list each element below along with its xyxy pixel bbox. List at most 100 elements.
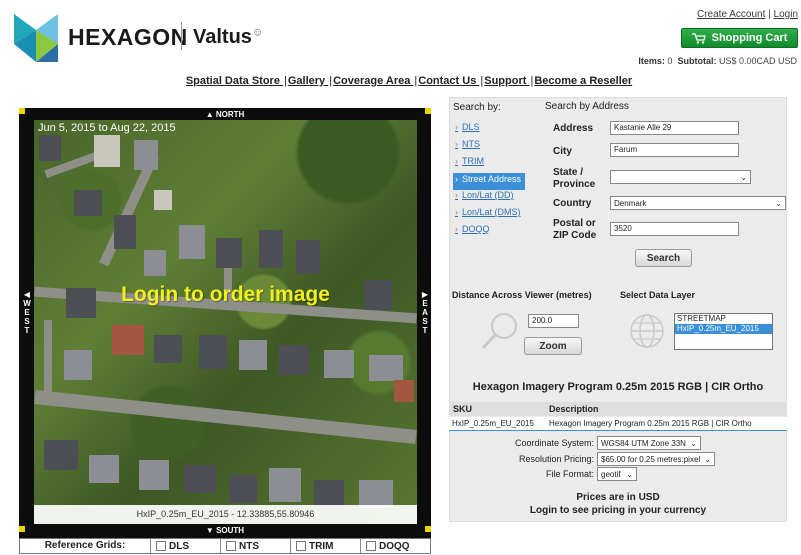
pan-east-button[interactable]: ▶ E A S T (420, 290, 430, 335)
checkbox-icon[interactable] (226, 541, 236, 551)
account-links: Create Account | Login (697, 9, 798, 20)
search-method-label: TRIM (462, 156, 484, 166)
postal-label-line1: Postal or (553, 218, 596, 229)
search-method-doqq[interactable]: › DOQQ (453, 224, 533, 241)
chevron-down-icon: ⌄ (626, 469, 633, 479)
arrow-right-icon: › (455, 156, 458, 166)
grid-option-label: DOQQ (379, 540, 410, 552)
table-row[interactable]: HxIP_0.25m_EU_2015 Hexagon Imagery Progr… (449, 417, 787, 431)
nav-spatial-data-store[interactable]: Spatial Data Store (186, 75, 283, 87)
items-label: Items: (638, 56, 665, 66)
search-method-label: Lon/Lat (DMS) (462, 207, 521, 217)
postal-label: Postal or ZIP Code (553, 218, 596, 242)
pan-north-button[interactable]: ▲ NORTH (19, 110, 431, 119)
grid-option-dls[interactable]: DLS (150, 539, 220, 553)
resolution-pricing-select[interactable]: $65.00 for 0.25 metres:pixel ⌄ (597, 452, 715, 466)
chevron-down-icon: ⌄ (704, 454, 711, 464)
search-method-label: DLS (462, 122, 480, 132)
pan-south-button[interactable]: ▼ SOUTH (19, 526, 431, 535)
login-to-order-overlay[interactable]: Login to order image (34, 283, 417, 307)
arrow-right-icon: › (455, 207, 458, 217)
login-link[interactable]: Login (774, 9, 798, 20)
brand-valtus[interactable]: Valtus☺ (193, 26, 263, 49)
coordinate-system-value: WGS84 UTM Zone 33N (601, 438, 686, 448)
arrow-right-icon: › (455, 174, 458, 184)
nav-support[interactable]: Support (484, 75, 529, 87)
search-method-label: NTS (462, 139, 480, 149)
shopping-cart-label: Shopping Cart (711, 32, 788, 44)
search-method-lonlat-dms[interactable]: › Lon/Lat (DMS) (453, 207, 533, 224)
hexagon-logo-icon[interactable] (14, 14, 58, 62)
product-title: Hexagon Imagery Program 0.25m 2015 RGB |… (472, 381, 764, 393)
address-input[interactable]: Kastanie Alle 29 (610, 121, 739, 135)
brand-divider (181, 22, 182, 50)
search-method-list: › DLS › NTS › TRIM › Street Address › Lon/Lat… (453, 122, 533, 241)
search-method-lonlat-dd[interactable]: › Lon/Lat (DD) (453, 190, 533, 207)
resolution-pricing-value: $65.00 for 0.25 metres:pixel (601, 454, 701, 464)
search-method-trim[interactable]: › TRIM (453, 156, 533, 173)
viewer-caption: HxIP_0.25m_EU_2015 - 12.33885,55.80946 (34, 505, 417, 524)
file-format-label: File Format: (545, 469, 594, 479)
cart-summary: Items: 0 Subtotal: US$ 0.00CAD USD (638, 56, 797, 66)
address-label: Address (553, 123, 594, 134)
checkbox-icon[interactable] (296, 541, 306, 551)
state-select[interactable]: ⌄ (610, 170, 751, 184)
description-cell: Hexagon Imagery Program 0.25m 2015 RGB |… (549, 419, 752, 428)
search-method-label: Lon/Lat (DD) (462, 190, 514, 200)
country-label: Country (553, 198, 592, 209)
description-header: Description (549, 404, 599, 414)
search-button[interactable]: Search (635, 249, 692, 267)
pan-west-button[interactable]: ◀ W E S T (22, 290, 32, 335)
zoom-button[interactable]: Zoom (524, 337, 582, 355)
nav-coverage-area[interactable]: Coverage Area (333, 75, 413, 87)
subtotal-label: Subtotal: (677, 56, 717, 66)
arrow-right-icon: › (455, 122, 458, 132)
nav-become-reseller[interactable]: Become a Reseller (534, 75, 632, 87)
grid-option-trim[interactable]: TRIM (290, 539, 360, 553)
nav-gallery[interactable]: Gallery (288, 75, 328, 87)
country-select[interactable]: Denmark ⌄ (610, 196, 786, 210)
shopping-cart-icon (691, 32, 706, 44)
search-method-nts[interactable]: › NTS (453, 139, 533, 156)
city-input[interactable]: Farum (610, 143, 739, 157)
arrow-right-icon: › (455, 190, 458, 200)
distance-input[interactable]: 200.0 (528, 314, 579, 328)
checkbox-icon[interactable] (156, 541, 166, 551)
data-layer-listbox[interactable]: STREETMAP HxIP_0.25m_EU_2015 (674, 313, 773, 350)
main-nav: Spatial Data Store |Gallery |Coverage Ar… (0, 75, 801, 87)
search-method-street-address[interactable]: › Street Address (453, 173, 525, 190)
nav-separator: | (530, 75, 534, 87)
nav-contact-us[interactable]: Contact Us (418, 75, 479, 87)
search-method-dls[interactable]: › DLS (453, 122, 533, 139)
aerial-map[interactable] (34, 120, 417, 524)
search-method-label: DOQQ (462, 224, 490, 234)
sku-header: SKU (453, 404, 473, 414)
checkbox-icon[interactable] (366, 541, 376, 551)
layer-option-streetmap[interactable]: STREETMAP (675, 314, 772, 324)
resolution-pricing-label: Resolution Pricing: (518, 454, 594, 464)
brand-hexagon[interactable]: HEXAGON (68, 24, 188, 51)
create-account-link[interactable]: Create Account (697, 9, 765, 20)
valtus-mark-icon: ☺ (251, 26, 264, 39)
state-label-line1: State / (553, 167, 584, 178)
file-format-value: geotif (601, 469, 621, 479)
nav-separator: | (329, 75, 333, 87)
price-note-login[interactable]: Login to see pricing in your currency (530, 505, 706, 516)
chevron-down-icon: ⌄ (690, 438, 697, 448)
coordinate-system-select[interactable]: WGS84 UTM Zone 33N ⌄ (597, 436, 701, 450)
subtotal-value: US$ 0.00CAD USD (718, 56, 797, 66)
file-format-select[interactable]: geotif ⌄ (597, 467, 637, 481)
grid-option-doqq[interactable]: DOQQ (360, 539, 430, 553)
search-by-label: Search by: (453, 102, 501, 113)
shopping-cart-button[interactable]: Shopping Cart (681, 28, 798, 48)
reference-grids-label: Reference Grids: (44, 540, 126, 551)
sku-table-header: SKU Description (449, 402, 787, 416)
postal-input[interactable]: 3520 (610, 222, 739, 236)
pan-west-label: ◀ W E S T (23, 290, 31, 335)
layer-option-hxip[interactable]: HxIP_0.25m_EU_2015 (675, 324, 772, 334)
search-method-label: Street Address (462, 174, 522, 184)
grid-option-nts[interactable]: NTS (220, 539, 290, 553)
items-count: 0 (667, 56, 673, 66)
price-note-currency: Prices are in USD (576, 492, 660, 503)
grid-option-label: TRIM (309, 540, 334, 552)
